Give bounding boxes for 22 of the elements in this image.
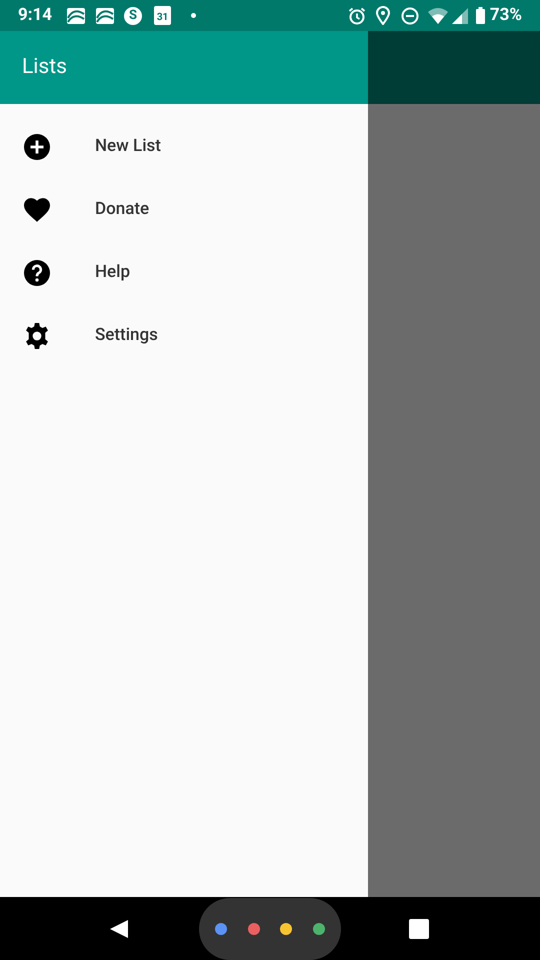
notification-icon: [66, 6, 86, 26]
add-icon: [24, 134, 50, 160]
do-not-disturb-icon: [400, 6, 419, 24]
alarm-icon: [348, 6, 366, 24]
gear-icon: [24, 322, 50, 348]
back-icon[interactable]: [109, 919, 129, 939]
signal-icon: [452, 8, 468, 24]
battery-level: 73%: [490, 4, 522, 27]
menu-item[interactable]: New List: [0, 115, 368, 178]
menu-item[interactable]: Help: [0, 241, 368, 304]
help-icon: [24, 260, 50, 286]
location-icon: [376, 6, 390, 25]
clock: 9:14: [18, 4, 52, 27]
drawer-title: Lists: [22, 54, 67, 81]
app-icon: S: [124, 6, 142, 24]
calendar-icon: 31: [154, 6, 172, 25]
battery-icon: [476, 7, 485, 24]
menu-item[interactable]: Settings: [0, 304, 368, 367]
wifi-icon: [428, 8, 448, 24]
notification-icon: [95, 6, 116, 26]
heart-icon: [24, 196, 50, 222]
menu-item[interactable]: Donate: [0, 178, 368, 241]
